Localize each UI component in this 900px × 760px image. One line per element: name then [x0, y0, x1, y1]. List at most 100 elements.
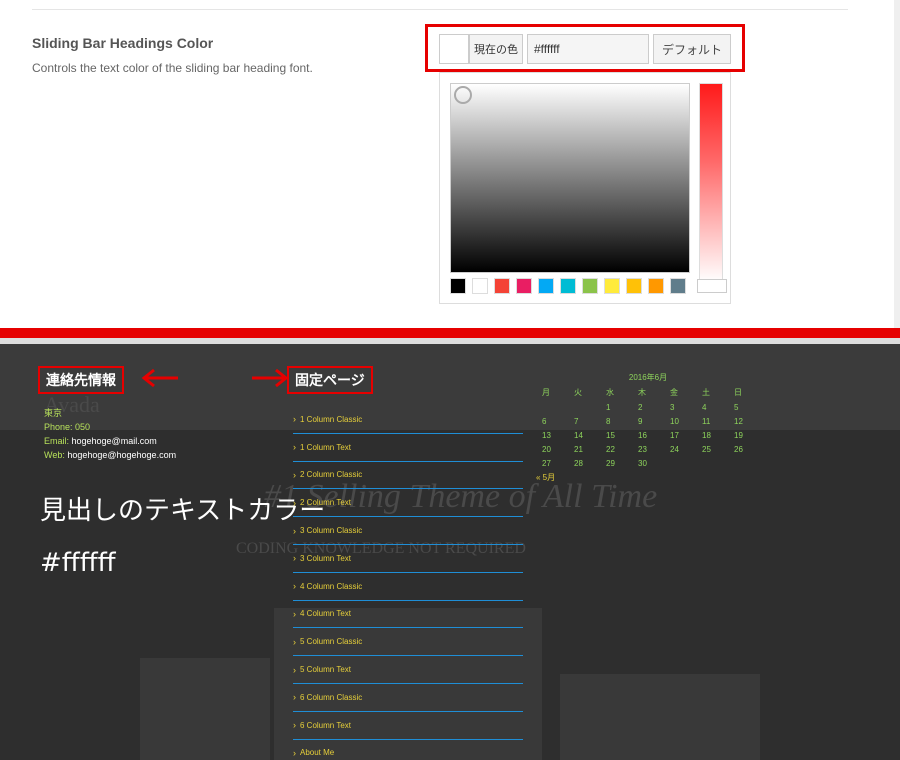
palette-swatch[interactable] — [560, 278, 576, 294]
calendar-day[interactable]: 27 — [536, 459, 568, 468]
calendar-title: 2016年6月 — [628, 373, 668, 382]
page-link[interactable]: › 4 Column Text — [293, 601, 523, 629]
calendar-day[interactable]: 22 — [600, 445, 632, 454]
palette-swatch[interactable] — [604, 278, 620, 294]
calendar-day[interactable]: 30 — [632, 459, 664, 468]
option-description: Controls the text color of the sliding b… — [32, 61, 313, 75]
page-link[interactable]: › 3 Column Classic — [293, 517, 523, 545]
calendar-day[interactable]: 29 — [600, 459, 632, 468]
default-color-button[interactable]: デフォルト — [653, 34, 731, 64]
chevron-right-icon: › — [293, 636, 296, 647]
calendar-day[interactable]: 14 — [568, 431, 600, 440]
page-link[interactable]: › 6 Column Text — [293, 712, 523, 740]
color-palette — [450, 278, 686, 294]
chevron-right-icon: › — [293, 720, 296, 731]
chevron-right-icon: › — [293, 525, 296, 536]
calendar-day[interactable]: 17 — [664, 431, 696, 440]
chevron-right-icon: › — [293, 664, 296, 675]
page-link[interactable]: › 2 Column Classic — [293, 462, 523, 490]
calendar-day[interactable]: 13 — [536, 431, 568, 440]
page-link-label: 1 Column Classic — [300, 414, 363, 424]
palette-swatch[interactable] — [538, 278, 554, 294]
page-link-label: 6 Column Text — [300, 720, 351, 730]
calendar-day[interactable]: 4 — [696, 403, 728, 412]
contact-email-link[interactable]: hogehoge@mail.com — [72, 436, 157, 446]
page-link-label: 4 Column Text — [300, 609, 351, 619]
pages-list: › 1 Column Classic › 1 Column Text › 2 Column… — [293, 406, 523, 760]
page-link[interactable]: › 3 Column Text — [293, 545, 523, 573]
calendar-day[interactable]: 28 — [568, 459, 600, 468]
hex-color-input[interactable]: #ffffff — [527, 34, 649, 64]
saturation-handle[interactable] — [454, 86, 472, 104]
page-link[interactable]: › 5 Column Classic — [293, 628, 523, 657]
contact-email-label: Email: — [44, 436, 72, 446]
color-picker-controls: 現在の色 #ffffff デフォルト — [439, 34, 731, 64]
calendar-day — [696, 459, 728, 468]
calendar-day[interactable]: 19 — [728, 431, 760, 440]
page-link-label: 5 Column Text — [300, 665, 351, 675]
calendar-day[interactable]: 5 — [728, 403, 760, 412]
calendar-day[interactable]: 2 — [632, 403, 664, 412]
calendar-day[interactable]: 26 — [728, 445, 760, 454]
chevron-right-icon: › — [293, 608, 296, 619]
calendar-day[interactable]: 12 — [728, 417, 760, 426]
current-color-swatch[interactable] — [439, 34, 469, 64]
calendar-day[interactable]: 1 — [600, 403, 632, 412]
scrollbar-track[interactable] — [894, 0, 900, 330]
palette-swatch[interactable] — [582, 278, 598, 294]
palette-swatch[interactable] — [626, 278, 642, 294]
calendar-weekday: 木 — [638, 388, 646, 397]
calendar-day[interactable]: 18 — [696, 431, 728, 440]
contact-city: 東京 — [44, 408, 63, 418]
page-link[interactable]: › 4 Column Classic — [293, 573, 523, 601]
calendar-day[interactable]: 23 — [632, 445, 664, 454]
current-color-button[interactable]: 現在の色 — [469, 34, 523, 64]
chevron-right-icon: › — [293, 442, 296, 453]
saturation-area[interactable] — [450, 83, 690, 273]
chevron-right-icon: › — [293, 747, 296, 758]
page-link-label: 3 Column Classic — [300, 526, 363, 536]
page-link[interactable]: › 1 Column Text — [293, 434, 523, 462]
palette-swatch[interactable] — [450, 278, 466, 294]
calendar-day[interactable]: 20 — [536, 445, 568, 454]
calendar-weekday: 土 — [702, 388, 710, 397]
calendar-day[interactable]: 8 — [600, 417, 632, 426]
calendar-day[interactable]: 7 — [568, 417, 600, 426]
calendar-day[interactable]: 6 — [536, 417, 568, 426]
calendar-prev-month-link[interactable]: « 5月 — [536, 472, 760, 483]
calendar-day[interactable]: 16 — [632, 431, 664, 440]
contact-email-row: Email: hogehoge@mail.com — [44, 434, 176, 448]
contact-web-label: Web: — [44, 450, 68, 460]
page-link[interactable]: › 1 Column Classic — [293, 406, 523, 434]
contact-web-link[interactable]: hogehoge@hogehoge.com — [67, 450, 176, 460]
page-link-label: 2 Column Classic — [300, 470, 363, 480]
page-link[interactable]: › 2 Column Text — [293, 489, 523, 518]
chevron-right-icon: › — [293, 553, 296, 564]
calendar-day[interactable]: 24 — [664, 445, 696, 454]
page-link[interactable]: › 5 Column Text — [293, 656, 523, 684]
palette-swatch[interactable] — [472, 278, 488, 294]
hue-slider[interactable] — [699, 83, 723, 283]
hue-slider-handle[interactable] — [697, 279, 727, 293]
page-link[interactable]: › 6 Column Classic — [293, 684, 523, 712]
palette-swatch[interactable] — [670, 278, 686, 294]
annotation-hex-value: #ffffff — [40, 548, 116, 578]
calendar-day[interactable]: 15 — [600, 431, 632, 440]
calendar-grid: 月火水木金土日 1 2 3 4 5 6 7 8 9 10 11 12 13 14 15 16 17 18 19 20 21… — [536, 387, 760, 468]
calendar-weekday: 日 — [734, 388, 742, 397]
palette-swatch[interactable] — [648, 278, 664, 294]
calendar-day — [728, 459, 760, 468]
calendar-day[interactable]: 25 — [696, 445, 728, 454]
calendar-day[interactable]: 9 — [632, 417, 664, 426]
page-link[interactable]: › About Me — [293, 740, 523, 760]
option-title: Sliding Bar Headings Color — [32, 35, 214, 51]
red-divider-bar — [0, 328, 900, 338]
arrow-left-icon — [141, 368, 178, 388]
palette-swatch[interactable] — [516, 278, 532, 294]
calendar-day[interactable]: 21 — [568, 445, 600, 454]
palette-swatch[interactable] — [494, 278, 510, 294]
page-link-label: 3 Column Text — [300, 553, 351, 563]
calendar-day[interactable]: 10 — [664, 417, 696, 426]
calendar-day[interactable]: 3 — [664, 403, 696, 412]
calendar-day[interactable]: 11 — [696, 417, 728, 426]
